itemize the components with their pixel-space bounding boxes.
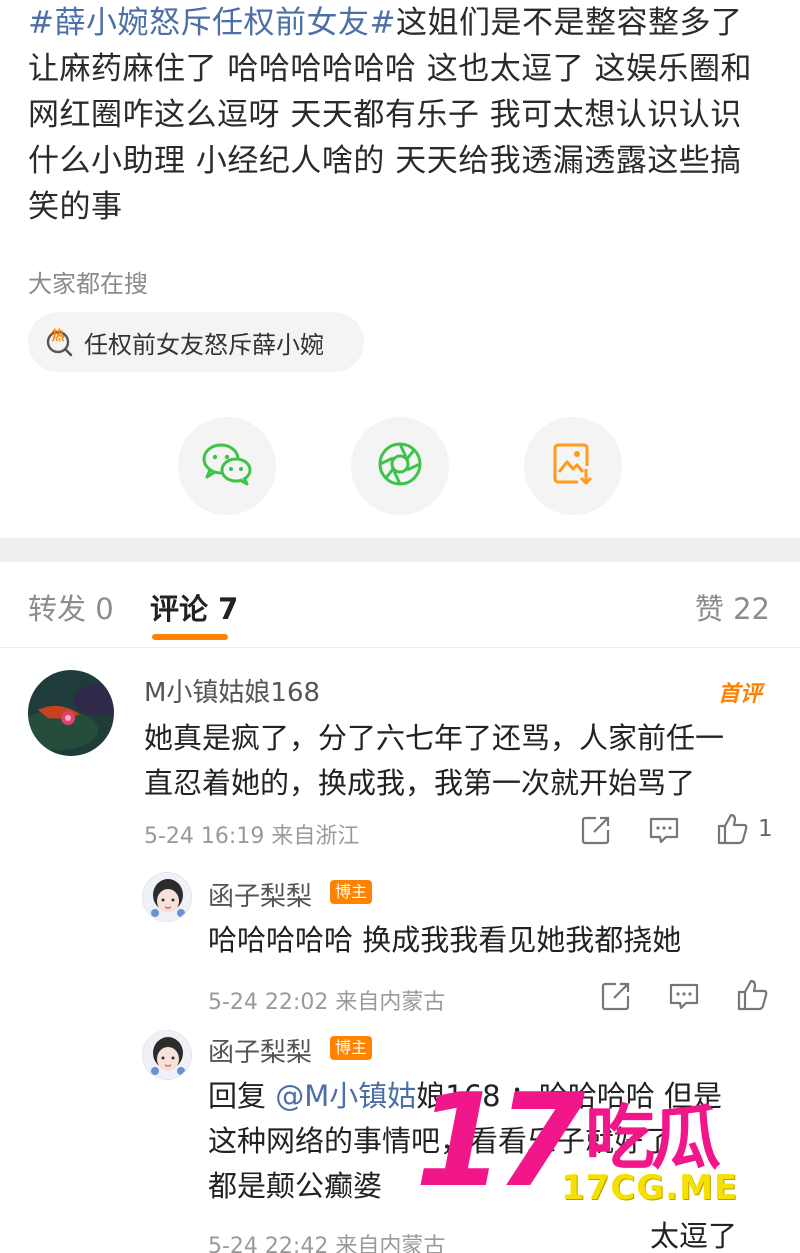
post-hashtag[interactable]: #薛小婉怒斥任权前女友#	[28, 5, 396, 41]
hot-search-icon: 热	[44, 326, 76, 358]
reply-username[interactable]: 函子梨梨	[208, 1032, 312, 1069]
tab-likes[interactable]: 赞 22	[695, 586, 770, 628]
comment-icon[interactable]	[668, 980, 700, 1012]
post-line-2: 让麻药麻住了 哈哈哈哈哈哈 这也太逗了 这娱乐圈和	[28, 51, 753, 87]
comment-text: 她真是疯了，分了六七年了还骂，人家前任一 直忍着她的，换成我，我第一次就开始骂了	[144, 716, 774, 806]
avatar[interactable]	[142, 1030, 192, 1080]
post-text: #薛小婉怒斥任权前女友#这姐们是不是整容整多了 让麻药麻住了 哈哈哈哈哈哈 这也…	[28, 0, 778, 230]
first-comment-badge: 首评	[717, 682, 762, 707]
author-badge: 博主	[330, 1036, 373, 1060]
reply-text: 哈哈哈哈哈 换成我我看见她我都挠她	[208, 918, 768, 963]
like-count: 1	[758, 816, 773, 842]
trending-search-text: 任权前女友怒斥薛小婉	[84, 330, 324, 359]
like-icon[interactable]	[736, 978, 768, 1011]
reply-text: 回复 @M小镇姑娘168 ：哈哈哈哈 但是 这种网络的事情吧，看看乐子就好了 都…	[208, 1074, 778, 1209]
reply-prefix: 回复	[208, 1079, 276, 1113]
wechat-icon	[201, 442, 253, 490]
section-divider	[0, 538, 800, 562]
share-wechat-button[interactable]	[178, 417, 276, 515]
reply-line-2: 这种网络的事情吧，看看乐子就好了	[208, 1124, 673, 1158]
comment-username[interactable]: M小镇姑娘168	[144, 672, 320, 709]
mention-link[interactable]: @M小镇姑	[275, 1079, 416, 1113]
share-icon[interactable]	[600, 980, 632, 1012]
reply-item: 函子梨梨 博主 哈哈哈哈哈 换成我我看见她我都挠她 5-24 22:02 来自内…	[0, 858, 800, 1028]
reply-meta: 5-24 22:02 来自内蒙古	[208, 990, 446, 1015]
comment-item: M小镇姑娘168 首评 她真是疯了，分了六七年了还骂，人家前任一 直忍着她的，换…	[0, 648, 800, 858]
avatar[interactable]	[28, 670, 114, 756]
comment-line-1: 她真是疯了，分了六七年了还骂，人家前任一	[144, 721, 725, 755]
share-moments-button[interactable]	[351, 417, 449, 515]
post-line-1: 这姐们是不是整容整多了	[395, 5, 743, 41]
moments-icon	[377, 441, 423, 491]
tab-repost[interactable]: 转发 0	[28, 586, 114, 628]
tab-comments[interactable]: 评论 7	[150, 586, 238, 628]
reply-username[interactable]: 函子梨梨	[208, 876, 312, 913]
reply-meta: 5-24 22:42 来自内蒙古	[208, 1234, 446, 1253]
like-icon[interactable]	[716, 812, 748, 845]
trending-search-label: 大家都在搜	[28, 270, 148, 298]
active-tab-indicator	[152, 634, 228, 640]
post-body: #薛小婉怒斥任权前女友#这姐们是不是整容整多了 让麻药麻住了 哈哈哈哈哈哈 这也…	[0, 0, 800, 538]
comment-icon[interactable]	[648, 814, 680, 846]
share-icon[interactable]	[580, 814, 612, 846]
reply-line-1: 哈哈哈哈哈 换成我我看见她我都挠她	[208, 923, 682, 957]
post-line-3: 网红圈咋这么逗呀 天天都有乐子 我可太想认识认识	[28, 97, 742, 133]
comment-line-2: 直忍着她的，换成我，我第一次就开始骂了	[144, 766, 696, 800]
trending-search-chip[interactable]: 热 任权前女友怒斥薛小婉	[28, 312, 364, 372]
author-badge: 博主	[330, 880, 373, 904]
comment-tabs: 转发 0 评论 7 赞 22	[0, 562, 800, 648]
avatar[interactable]	[142, 872, 192, 922]
post-line-4: 什么小助理 小经纪人啥的 天天给我透漏透露这些搞	[28, 143, 742, 179]
reply-line-1: 娘168 ：哈哈哈哈 但是	[416, 1079, 723, 1113]
post-line-5: 笑的事	[28, 189, 123, 225]
save-image-icon	[552, 442, 594, 490]
reply-trailing-text: 太逗了	[650, 1219, 738, 1253]
hot-label: 热	[51, 328, 64, 344]
reply-item: 函子梨梨 博主 回复 @M小镇姑娘168 ：哈哈哈哈 但是 这种网络的事情吧，看…	[0, 1014, 800, 1253]
reply-line-3: 都是颠公癫婆	[208, 1169, 383, 1203]
save-image-button[interactable]	[524, 417, 622, 515]
comment-meta: 5-24 16:19 来自浙江	[144, 824, 360, 849]
